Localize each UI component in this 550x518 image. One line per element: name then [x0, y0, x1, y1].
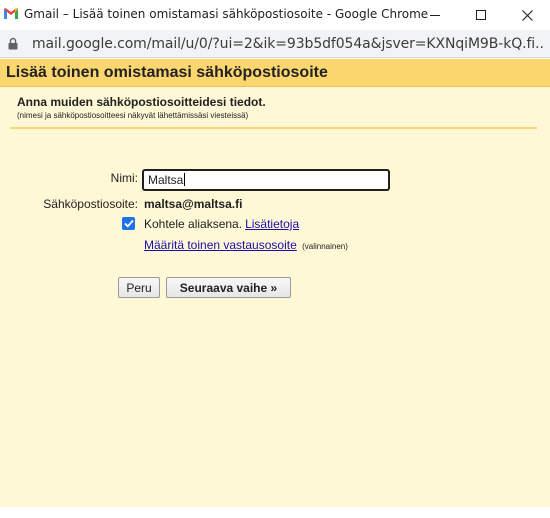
text-caret: [184, 173, 186, 186]
reply-to-link[interactable]: Määritä toinen vastausosoite: [144, 238, 297, 252]
lock-icon: [8, 37, 18, 50]
dialog-title: Lisää toinen omistamasi sähköpostiosoite: [6, 64, 328, 81]
alias-checkbox[interactable]: [122, 217, 135, 230]
minimize-button[interactable]: [412, 0, 458, 30]
dialog-body: Anna muiden sähköpostiosoitteidesi tiedo…: [0, 87, 550, 507]
name-input[interactable]: Maltsa: [143, 170, 389, 190]
page: Lisää toinen omistamasi sähköpostiosoite…: [0, 59, 550, 518]
address-bar[interactable]: mail.google.com/mail/u/0/?ui=2&ik=93b5df…: [0, 30, 550, 58]
minimize-icon: [430, 14, 440, 16]
alias-label: Kohtele aliaksena.: [144, 217, 243, 231]
name-label: Nimi:: [110, 171, 138, 185]
close-button[interactable]: [504, 0, 550, 30]
next-step-button[interactable]: Seuraava vaihe »: [166, 277, 291, 298]
dialog-header: Lisää toinen omistamasi sähköpostiosoite: [0, 59, 550, 87]
checkmark-icon: [123, 219, 134, 228]
email-value: maltsa@maltsa.fi: [144, 197, 243, 211]
close-icon: [521, 9, 533, 21]
alias-row: Kohtele aliaksena. Lisätietoja: [144, 217, 299, 231]
email-label: Sähköpostiosoite:: [43, 197, 138, 211]
gmail-icon: [4, 8, 18, 19]
window-titlebar: Gmail – Lisää toinen omistamasi sähköpos…: [0, 0, 550, 30]
instructions-subtext: (nimesi ja sähköpostiosoitteesi näkyvät …: [17, 111, 249, 120]
reply-to-row: Määritä toinen vastausosoite (valinnaine…: [144, 238, 348, 252]
window-title: Gmail – Lisää toinen omistamasi sähköpos…: [24, 7, 429, 21]
divider: [10, 127, 537, 129]
name-input-value: Maltsa: [148, 173, 184, 187]
cancel-button[interactable]: Peru: [118, 277, 160, 298]
instructions-heading: Anna muiden sähköpostiosoitteidesi tiedo…: [17, 95, 266, 109]
learn-more-link[interactable]: Lisätietoja: [245, 217, 299, 231]
url-text[interactable]: mail.google.com/mail/u/0/?ui=2&ik=93b5df…: [32, 36, 544, 52]
optional-note: (valinnainen): [302, 242, 348, 251]
maximize-icon: [476, 10, 486, 20]
maximize-button[interactable]: [458, 0, 504, 30]
